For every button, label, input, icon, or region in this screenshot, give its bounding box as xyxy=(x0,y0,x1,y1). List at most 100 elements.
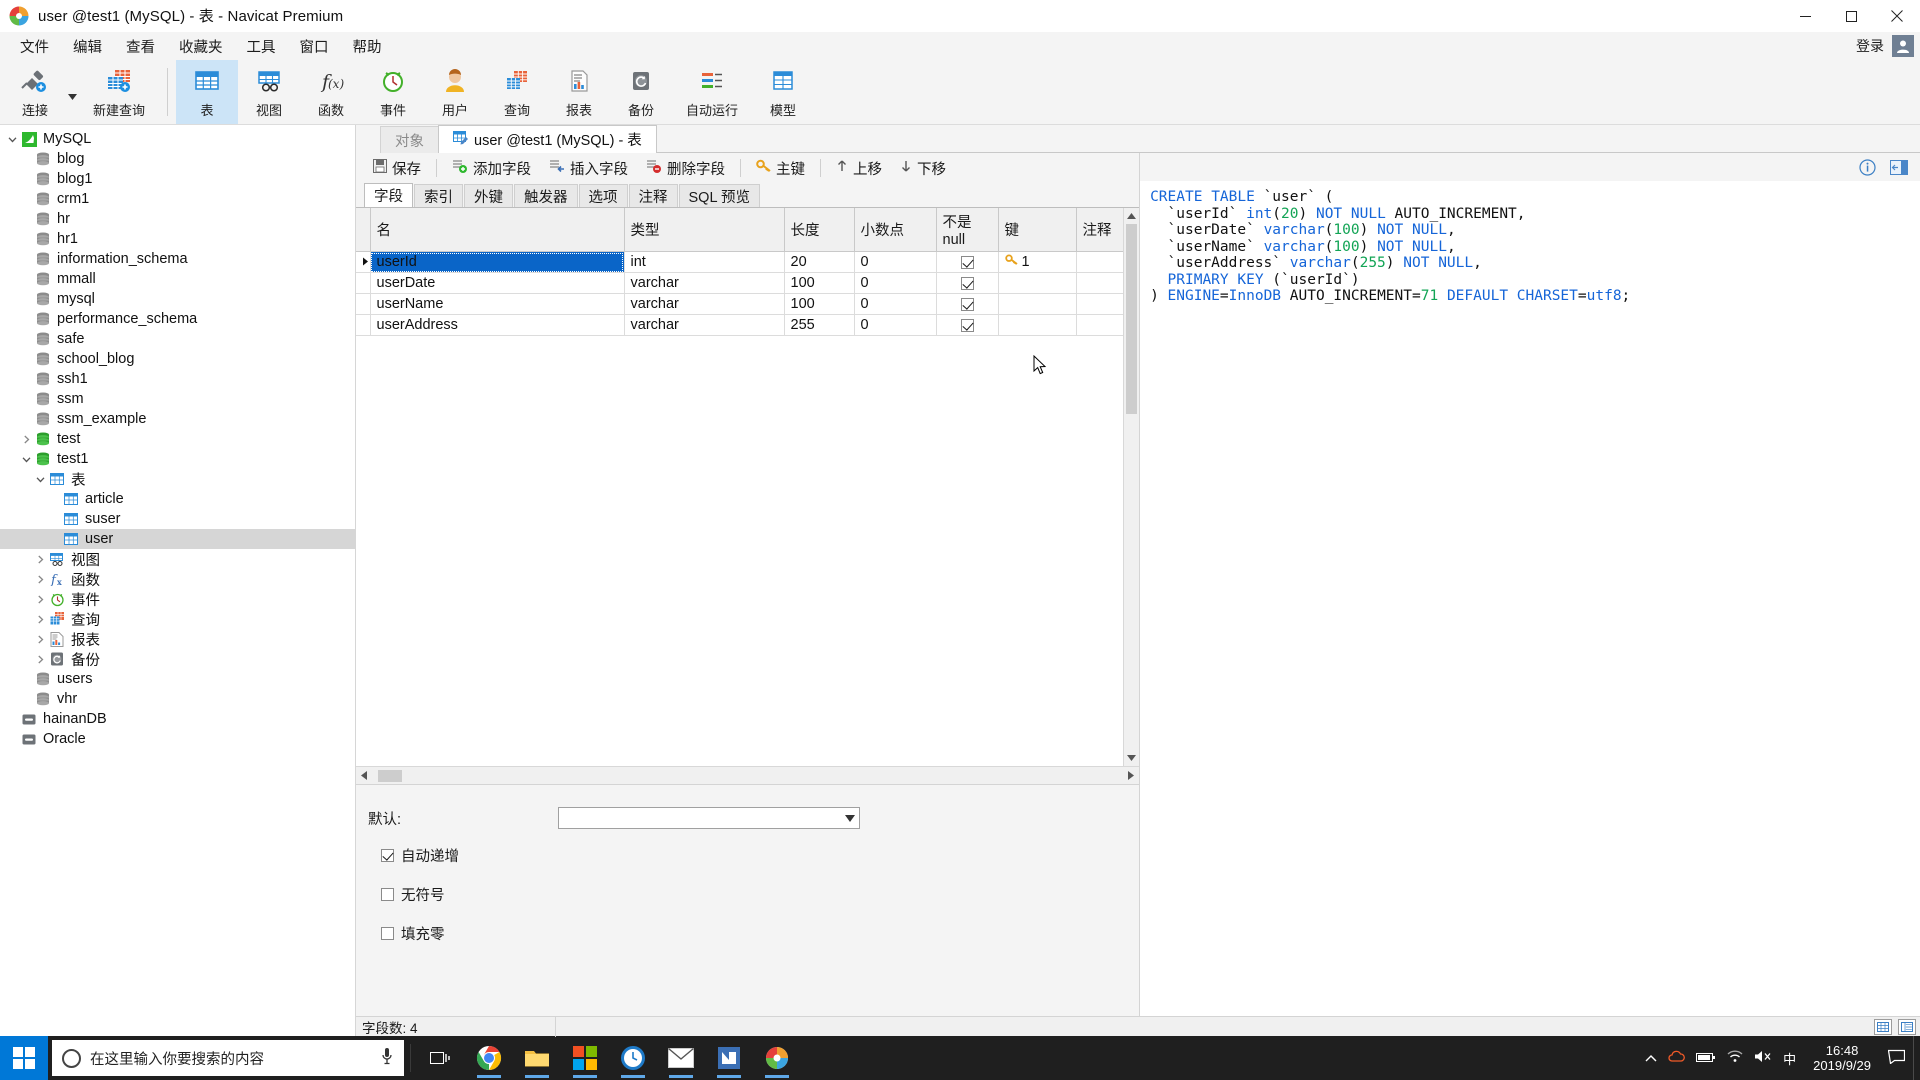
save-button[interactable]: 保存 xyxy=(364,155,430,182)
tree-node-information_schema[interactable]: information_schema xyxy=(0,249,355,269)
toolbar-table[interactable]: 表 xyxy=(176,60,238,124)
chevron-up-icon[interactable] xyxy=(1645,1051,1657,1066)
vertical-scroll-track[interactable] xyxy=(1124,414,1139,750)
menu-window[interactable]: 窗口 xyxy=(288,32,341,61)
chevron-right-icon[interactable] xyxy=(32,635,48,644)
tree-node-vhr[interactable]: vhr xyxy=(0,689,355,709)
toolbar-model[interactable]: 模型 xyxy=(752,60,814,124)
cell-field-length[interactable]: 20 xyxy=(784,251,855,273)
column-header-7[interactable]: 注释 xyxy=(1076,208,1124,252)
volume-icon[interactable] xyxy=(1754,1050,1772,1066)
grid-horizontal-scrollbar[interactable] xyxy=(356,766,1140,784)
store-icon[interactable] xyxy=(561,1036,609,1080)
search-input[interactable]: 在这里输入你要搜索的内容 xyxy=(52,1040,404,1076)
toolbar-backup[interactable]: 备份 xyxy=(610,60,672,124)
show-desktop-button[interactable] xyxy=(1913,1036,1920,1080)
insert-field-button[interactable]: 插入字段 xyxy=(540,155,637,182)
toolbar-event[interactable]: 事件 xyxy=(362,60,424,124)
not-null-checkbox[interactable] xyxy=(960,255,974,269)
not-null-checkbox[interactable] xyxy=(960,318,974,332)
cell-not-null[interactable] xyxy=(936,251,999,273)
mail-icon[interactable] xyxy=(657,1036,705,1080)
column-header-2[interactable]: 类型 xyxy=(624,208,785,252)
tree-node-oracle[interactable]: Oracle xyxy=(0,729,355,749)
cell-key[interactable] xyxy=(998,293,1077,315)
menu-view[interactable]: 查看 xyxy=(114,32,167,61)
toolbar-function[interactable]: f (x) 函数 xyxy=(300,60,362,124)
ime-indicator[interactable]: 中 xyxy=(1783,1049,1796,1068)
cell-field-decimals[interactable]: 0 xyxy=(854,272,937,294)
zerofill-checkbox[interactable] xyxy=(381,927,394,940)
tree-node-test1[interactable]: test1 xyxy=(0,449,355,469)
file-explorer-icon[interactable] xyxy=(513,1036,561,1080)
tree-node-test[interactable]: test xyxy=(0,429,355,449)
unsigned-checkbox[interactable] xyxy=(381,888,394,901)
chevron-down-icon[interactable] xyxy=(18,456,34,463)
cell-key[interactable] xyxy=(998,272,1077,294)
chevron-right-icon[interactable] xyxy=(32,595,48,604)
tree-node-mysql[interactable]: MySQL xyxy=(0,129,355,149)
clock-icon[interactable] xyxy=(609,1036,657,1080)
menu-favorites[interactable]: 收藏夹 xyxy=(167,32,235,61)
cell-field-type[interactable]: varchar xyxy=(624,314,785,336)
cell-field-name[interactable]: userDate xyxy=(370,272,625,294)
cell-field-type[interactable]: varchar xyxy=(624,272,785,294)
network-icon[interactable] xyxy=(1727,1050,1743,1066)
cell-field-decimals[interactable]: 0 xyxy=(854,293,937,315)
tree-node-ssm_example[interactable]: ssm_example xyxy=(0,409,355,429)
tab-objects[interactable]: 对象 xyxy=(380,126,439,153)
tree-node-hr1[interactable]: hr1 xyxy=(0,229,355,249)
minimize-button[interactable] xyxy=(1782,0,1828,32)
chrome-icon[interactable] xyxy=(465,1036,513,1080)
cell-field-decimals[interactable]: 0 xyxy=(854,251,937,273)
navicat-icon[interactable] xyxy=(705,1036,753,1080)
subtab-1[interactable]: 字段 xyxy=(364,183,413,207)
subtab-4[interactable]: 触发器 xyxy=(514,184,578,207)
cell-field-type[interactable]: int xyxy=(624,251,785,273)
tree-node-school_blog[interactable]: school_blog xyxy=(0,349,355,369)
connection-dropdown-chevron-down-icon[interactable] xyxy=(66,94,79,100)
cell-comment[interactable] xyxy=(1076,251,1124,273)
cell-key[interactable]: 1 xyxy=(998,251,1077,273)
column-header-5[interactable]: 不是 null xyxy=(936,208,999,252)
cell-field-name[interactable]: userAddress xyxy=(370,314,625,336)
not-null-checkbox[interactable] xyxy=(960,276,974,290)
vertical-scroll-thumb[interactable] xyxy=(1126,224,1138,414)
column-header-6[interactable]: 键 xyxy=(998,208,1077,252)
cell-field-length[interactable]: 100 xyxy=(784,272,855,294)
tree-node-users[interactable]: users xyxy=(0,669,355,689)
menu-edit[interactable]: 编辑 xyxy=(61,32,114,61)
tree-node-ssh1[interactable]: ssh1 xyxy=(0,369,355,389)
column-header-3[interactable]: 长度 xyxy=(784,208,855,252)
toolbar-automation[interactable]: 自动运行 xyxy=(672,60,752,124)
tree-node--[interactable]: 查询 xyxy=(0,609,355,629)
chevron-down-icon[interactable] xyxy=(4,136,20,143)
delete-field-button[interactable]: 删除字段 xyxy=(637,155,734,182)
chevron-down-icon[interactable] xyxy=(32,476,48,483)
move-down-button[interactable]: 下移 xyxy=(891,155,955,182)
toolbar-connection[interactable]: 连接 xyxy=(4,60,66,124)
tree-node-article[interactable]: article xyxy=(0,489,355,509)
tree-node--[interactable]: 备份 xyxy=(0,649,355,669)
tree-node-performance_schema[interactable]: performance_schema xyxy=(0,309,355,329)
login-area[interactable]: 登录 xyxy=(1856,32,1914,60)
cell-field-name[interactable]: userId xyxy=(370,251,625,273)
move-up-button[interactable]: 上移 xyxy=(827,155,891,182)
tree-node--[interactable]: 报表 xyxy=(0,629,355,649)
object-tree-sidebar[interactable]: MySQL blog blog1 crm1 hr hr1 information_schem… xyxy=(0,125,356,1036)
task-view-icon[interactable] xyxy=(417,1036,465,1080)
tree-node--[interactable]: 视图 xyxy=(0,549,355,569)
row-marker[interactable] xyxy=(356,314,371,336)
chevron-right-icon[interactable] xyxy=(32,655,48,664)
toolbar-new-query[interactable]: 新建查询 xyxy=(79,60,159,124)
toolbar-view[interactable]: 视图 xyxy=(238,60,300,124)
toolbar-user[interactable]: 用户 xyxy=(424,60,486,124)
menu-file[interactable]: 文件 xyxy=(8,32,61,61)
close-button[interactable] xyxy=(1874,0,1920,32)
default-value-combobox[interactable] xyxy=(558,807,860,829)
info-icon[interactable] xyxy=(1856,157,1878,177)
cell-not-null[interactable] xyxy=(936,272,999,294)
subtab-2[interactable]: 索引 xyxy=(414,184,463,207)
column-header-1[interactable]: 名 xyxy=(370,208,625,252)
avatar[interactable] xyxy=(1892,35,1914,57)
